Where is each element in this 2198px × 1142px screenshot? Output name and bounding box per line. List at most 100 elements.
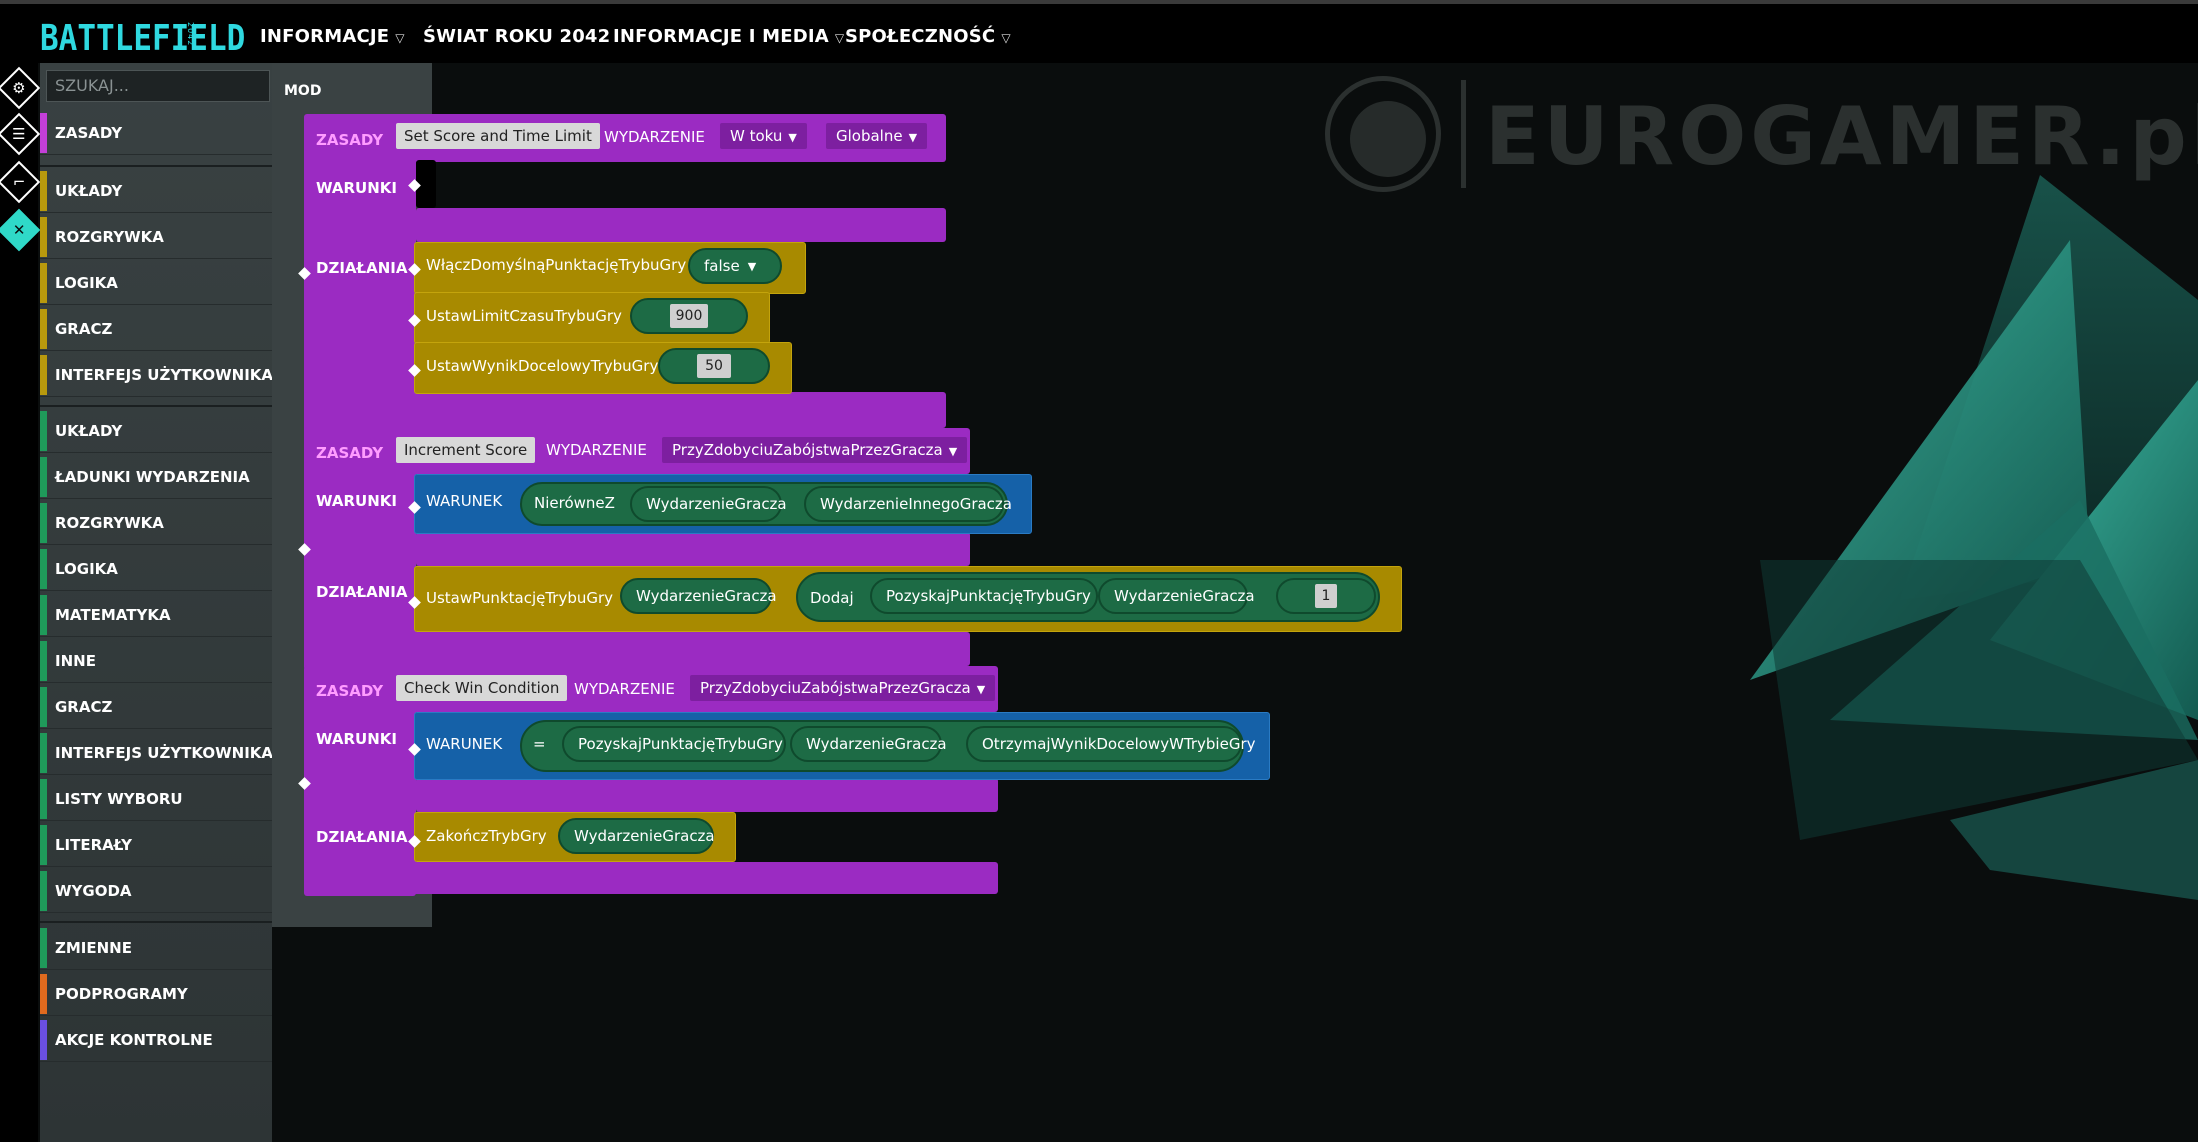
chevron-down-icon: ▽ [395,31,405,45]
boolean-dropdown[interactable]: false ▼ [688,248,782,284]
mod-label: MOD [284,83,322,99]
rule2-actions-label: DZIAŁANIA [316,583,408,601]
sidebar-item-label: AKCJE KONTROLNE [55,1031,213,1049]
sidebar-item[interactable]: ŁADUNKI WYDARZENIA [40,455,272,499]
sidebar-item[interactable]: LITERAŁY [40,823,272,867]
nav-swiat-roku-2042[interactable]: ŚWIAT ROKU 2042 [423,26,610,47]
rule1-conditions-label: WARUNKI [316,179,397,197]
eurogamer-watermark: EUROGAMER.pl [1325,76,2198,192]
sidebar-item[interactable]: PODPROGRAMY [40,972,272,1016]
rule1-footer [304,392,946,428]
sidebar-item[interactable]: ZASADY [40,111,272,155]
chevron-down-icon: ▽ [834,31,845,45]
category-color-stripe [40,355,47,395]
condition-label: WARUNEK [426,492,503,510]
get-score-expression[interactable]: PozyskajPunktacjęTrybuGry [870,578,1098,614]
sidebar-item-label: WYGODA [55,882,132,900]
sidebar-item[interactable]: LISTY WYBORU [40,777,272,821]
chevron-down-icon: ▽ [1001,31,1011,45]
sidebar-item[interactable]: MATEMATYKA [40,593,272,637]
rule1-actions-label: DZIAŁANIA [316,259,408,277]
get-target-score-expression[interactable]: OtrzymajWynikDocelowyWTrybieGry [966,726,1256,762]
category-color-stripe [40,113,47,153]
rule2-event-dropdown[interactable]: PrzyZdobyciuZabójstwaPrzezGracza ▼ [662,437,968,463]
sidebar-item[interactable]: LOGIKA [40,547,272,591]
event-player-value[interactable]: WydarzenieGracza [558,818,715,854]
sidebar-item[interactable]: GRACZ [40,685,272,729]
category-color-stripe [40,1020,47,1060]
sidebar-item[interactable]: UKŁADY [40,409,272,453]
rule2-rules-label: ZASADY [316,444,384,462]
nav-informacje-i-media[interactable]: INFORMACJE I MEDIA ▽ [613,26,844,47]
sidebar-item-label: ROZGRYWKA [55,514,164,532]
rule3-name[interactable]: Check Win Condition [396,675,568,701]
number-input[interactable]: 50 [658,348,770,384]
category-color-stripe [40,549,47,589]
sidebar-item[interactable]: ZMIENNE [40,926,272,970]
category-color-stripe [40,595,47,635]
rule1-rules-label: ZASADY [316,131,384,149]
category-color-stripe [40,928,47,968]
get-score-expression[interactable]: PozyskajPunktacjęTrybuGry [562,726,786,762]
settings-icon[interactable]: ⚙ [0,66,41,110]
top-navigation-bar: BATTLEFIELD 2042 INFORMACJE ▽ ŚWIAT ROKU … [0,0,2198,63]
rule3-rules-label: ZASADY [316,682,384,700]
event-player-value[interactable]: WydarzenieGracza [620,578,777,614]
sidebar-item[interactable]: UKŁADY [40,169,272,213]
sidebar-item[interactable]: ROZGRYWKA [40,501,272,545]
category-color-stripe [40,217,47,257]
sidebar-item-label: ZASADY [55,124,123,142]
caret-down-icon: ▼ [908,131,918,144]
rule1-event-dropdown[interactable]: W toku ▼ [720,123,807,149]
sidebar-item[interactable]: WYGODA [40,869,272,913]
rule1-name[interactable]: Set Score and Time Limit [396,123,600,149]
caret-down-icon: ▼ [976,683,986,696]
action-label: UstawPunktacjęTrybuGry [426,589,614,607]
sidebar-item[interactable]: INTERFEJS UŻYTKOWNIKA [40,731,273,775]
rule2-conditions-label: WARUNKI [316,492,397,510]
sidebar-item[interactable]: GRACZ [40,307,272,351]
sidebar-item-label: INNE [55,652,96,670]
number-input[interactable]: 900 [630,298,748,334]
sidebar-item-label: UKŁADY [55,422,123,440]
nav-informacje[interactable]: INFORMACJE ▽ [260,26,405,47]
rule3-conditions-end [416,778,998,812]
rule2-name[interactable]: Increment Score [396,437,536,463]
sidebar-separator [40,921,272,923]
category-color-stripe [40,779,47,819]
sidebar-item[interactable]: AKCJE KONTROLNE [40,1018,272,1062]
event-other-player-value[interactable]: WydarzenieInnegoGracza [804,486,1012,522]
rule3-conditions-label: WARUNKI [316,730,397,748]
operator-label: NierówneZ [534,494,615,512]
sidebar-item[interactable]: ROZGRYWKA [40,215,272,259]
sidebar-item-label: LISTY WYBORU [55,790,183,808]
category-color-stripe [40,687,47,727]
rule1-conditions-end [416,208,946,242]
sidebar-item-label: LOGIKA [55,560,118,578]
event-player-value[interactable]: WydarzenieGracza [630,486,787,522]
nav-spolecznosc[interactable]: SPOŁECZNOŚĆ ▽ [845,26,1011,47]
add-label: Dodaj [810,589,854,607]
watermark-text: EUROGAMER.pl [1485,90,2198,183]
category-color-stripe [40,503,47,543]
sidebar-item[interactable]: INTERFEJS UŻYTKOWNIKA [40,353,273,397]
event-player-value[interactable]: WydarzenieGracza [1098,578,1255,614]
number-input[interactable]: 1 [1276,578,1376,614]
sidebar-separator [40,165,272,167]
category-color-stripe [40,974,47,1014]
sidebar-item[interactable]: INNE [40,639,272,683]
event-player-value[interactable]: WydarzenieGracza [790,726,947,762]
sidebar-item-label: LITERAŁY [55,836,132,854]
rule3-event-dropdown[interactable]: PrzyZdobyciuZabójstwaPrzezGracza ▼ [690,675,996,701]
weapon-icon[interactable]: ⌐ [0,160,41,204]
action-label: UstawLimitCzasuTrybuGry [426,307,622,325]
battlefield-logo[interactable]: BATTLEFIELD [40,18,245,59]
rule1-scope-dropdown[interactable]: Globalne ▼ [826,123,928,149]
sidebar-item-label: MATEMATYKA [55,606,171,624]
sliders-icon[interactable]: ☰ [0,112,41,156]
sidebar-item[interactable]: LOGIKA [40,261,272,305]
tools-icon[interactable]: ✕ [0,208,41,252]
search-input[interactable]: SZUKAJ... [46,70,270,102]
category-color-stripe [40,263,47,303]
sidebar-item-label: ZMIENNE [55,939,132,957]
